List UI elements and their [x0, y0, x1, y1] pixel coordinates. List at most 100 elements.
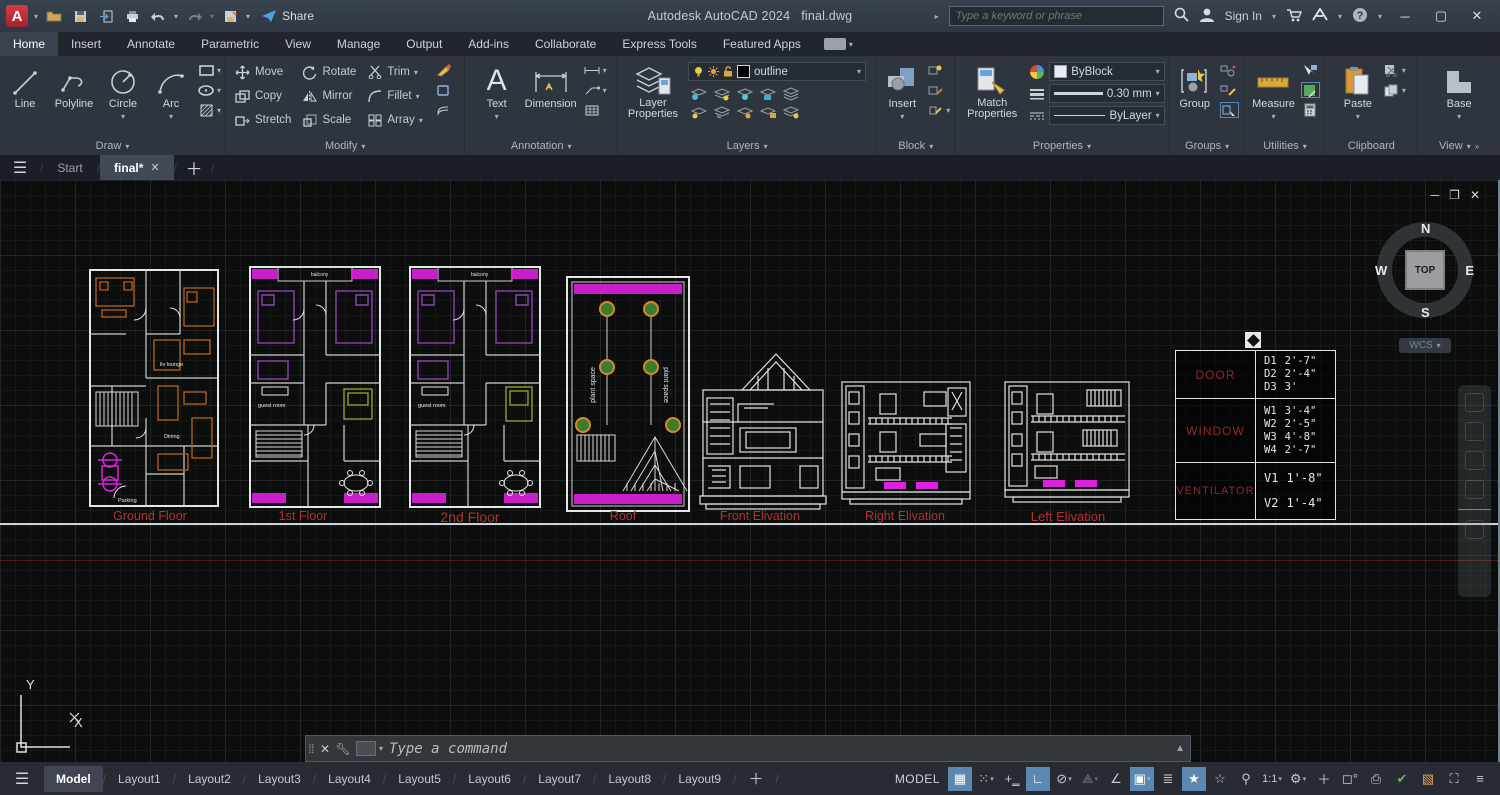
command-close-icon[interactable]: ✕	[316, 742, 334, 756]
customization-menu[interactable]: ≡	[1468, 767, 1492, 791]
tab-express-tools[interactable]: Express Tools	[609, 32, 709, 56]
base-caret-icon[interactable]: ▾	[1457, 112, 1461, 121]
ellipse-button[interactable]: ▾	[198, 82, 221, 98]
fillet-button[interactable]: Fillet▾	[362, 85, 427, 107]
file-tabs-menu-icon[interactable]: ☰	[0, 155, 40, 180]
erase-button[interactable]	[435, 62, 452, 78]
graphics-performance-icon[interactable]: ▧	[1416, 767, 1440, 791]
paste-button[interactable]: Paste ▾	[1337, 60, 1379, 123]
quick-select-button[interactable]	[1301, 62, 1320, 78]
rotate-button[interactable]: Rotate	[297, 61, 360, 83]
qat-customize-icon[interactable]: ▾	[246, 12, 250, 21]
measure-caret-icon[interactable]: ▾	[1271, 112, 1275, 121]
base-button[interactable]: Base ▾	[1438, 60, 1480, 123]
dynamic-input-toggle[interactable]: +‗	[1000, 767, 1024, 791]
layer-lock-button[interactable]	[757, 85, 779, 102]
panel-label-view[interactable]: View▾»	[1418, 137, 1500, 155]
calculator-button[interactable]	[1301, 102, 1320, 118]
text-button[interactable]: A Text ▾	[476, 60, 518, 123]
tab-home[interactable]: Home	[0, 32, 58, 56]
tab-collaborate[interactable]: Collaborate	[522, 32, 609, 56]
group-edit-button[interactable]	[1220, 82, 1239, 98]
autoscale-toggle[interactable]: ☆	[1208, 767, 1232, 791]
plot-status-icon[interactable]: ⎙	[1364, 767, 1388, 791]
viewcube-north[interactable]: N	[1421, 221, 1430, 236]
plot-icon[interactable]	[122, 6, 142, 26]
redo-caret-icon[interactable]: ▾	[210, 12, 214, 21]
match-properties-button[interactable]: Match Properties	[959, 60, 1025, 122]
tab-view[interactable]: View	[272, 32, 324, 56]
annotation-monitor[interactable]: ＋	[1312, 767, 1336, 791]
layer-isolate-button[interactable]	[711, 85, 733, 102]
layer-select[interactable]: outline ▾	[688, 62, 866, 81]
rectangle-button[interactable]: ▾	[198, 62, 221, 78]
dimension-button[interactable]: Dimension	[522, 60, 580, 112]
tab-annotate[interactable]: Annotate	[114, 32, 188, 56]
color-select[interactable]: ByBlock ▾	[1049, 62, 1164, 81]
command-recent-caret-icon[interactable]: ▾	[379, 744, 383, 753]
elevation-left[interactable]	[1003, 380, 1132, 507]
plan-first-floor[interactable]: balcony guest room	[248, 265, 384, 511]
line-button[interactable]: Line	[4, 60, 46, 112]
circle-button[interactable]: Circle ▾	[102, 60, 144, 123]
layer-unlock2-button[interactable]	[757, 103, 779, 120]
array-button[interactable]: Array▾	[362, 109, 427, 131]
plan-roof[interactable]: plant space plant space	[565, 275, 691, 515]
edit-block-button[interactable]	[927, 82, 950, 98]
layout-menu-icon[interactable]: ☰	[0, 769, 44, 789]
command-grip[interactable]: ⣿	[306, 746, 316, 751]
vp-restore-icon[interactable]: ❐	[1449, 188, 1460, 202]
trim-button[interactable]: Trim▾	[362, 61, 427, 83]
layer-off-button[interactable]	[688, 85, 710, 102]
layer-unisolate-button[interactable]	[688, 103, 710, 120]
move-button[interactable]: Move	[230, 61, 295, 83]
panel-label-modify[interactable]: Modify▾	[226, 137, 464, 155]
plan-second-floor[interactable]: balcony guest room	[408, 265, 544, 511]
signin-caret-icon[interactable]: ▾	[1272, 12, 1276, 21]
hatch-button[interactable]: ▾	[198, 102, 221, 118]
panel-label-utilities[interactable]: Utilities▾	[1245, 137, 1324, 155]
quick-calc-button[interactable]	[1301, 82, 1320, 98]
tab-layout1[interactable]: Layout1	[106, 766, 173, 792]
group-selection-toggle[interactable]	[1220, 102, 1239, 118]
tab-featured-apps[interactable]: Featured Apps	[710, 32, 814, 56]
command-customize-icon[interactable]: 🔧︎	[334, 742, 352, 756]
panel-label-draw[interactable]: Draw▾	[0, 137, 225, 155]
circle-caret-icon[interactable]: ▾	[121, 112, 125, 121]
panel-label-annotation[interactable]: Annotation▾	[465, 137, 617, 155]
osnap-tracking-toggle[interactable]: ∠	[1104, 767, 1128, 791]
trim-caret-icon[interactable]: ▾	[414, 68, 418, 77]
explode-button[interactable]	[435, 82, 452, 98]
tab-manage[interactable]: Manage	[324, 32, 393, 56]
isolate-objects[interactable]: ◻°	[1338, 767, 1362, 791]
tab-insert[interactable]: Insert	[58, 32, 114, 56]
clean-screen-toggle[interactable]: ⛶	[1442, 767, 1466, 791]
new-layout-button[interactable]: ＋	[736, 768, 775, 789]
osnap-toggle[interactable]: ▣▾	[1130, 767, 1154, 791]
viewcube-east[interactable]: E	[1465, 263, 1474, 278]
tab-layout8[interactable]: Layout8	[596, 766, 663, 792]
viewcube-top-face[interactable]: TOP	[1405, 250, 1445, 290]
share-button[interactable]: Share	[262, 9, 314, 23]
viewcube-south[interactable]: S	[1421, 305, 1430, 320]
text-caret-icon[interactable]: ▾	[495, 112, 499, 121]
help-icon[interactable]: ?	[1352, 7, 1368, 26]
panel-label-properties[interactable]: Properties▾	[955, 137, 1168, 155]
lineweight-toggle[interactable]: ≣	[1156, 767, 1180, 791]
insert-button[interactable]: Insert ▾	[881, 60, 923, 123]
panel-label-groups[interactable]: Groups▾	[1170, 137, 1245, 155]
ungroup-button[interactable]	[1220, 62, 1239, 78]
file-tab-close-icon[interactable]: ✕	[150, 161, 159, 174]
lineweight-select[interactable]: 0.30 mm ▾	[1049, 84, 1164, 103]
elevation-right[interactable]	[840, 380, 973, 510]
search-input[interactable]	[949, 6, 1164, 26]
annotation-scale-icon[interactable]: ⚲	[1234, 767, 1258, 791]
layer-walk-button[interactable]	[734, 103, 756, 120]
search-history-icon[interactable]: ▸	[935, 12, 939, 21]
ribbon-display-toggle[interactable]: ▾	[814, 32, 863, 56]
showmotion-icon[interactable]	[1465, 520, 1484, 539]
layer-state-button[interactable]	[780, 103, 802, 120]
schedule-table[interactable]: DOOR D12'-7" D22'-4" D33' WINDOW W13'-4"…	[1175, 350, 1336, 520]
batch-save-icon[interactable]	[220, 6, 240, 26]
workspace-switching[interactable]: ⚙▾	[1286, 767, 1310, 791]
